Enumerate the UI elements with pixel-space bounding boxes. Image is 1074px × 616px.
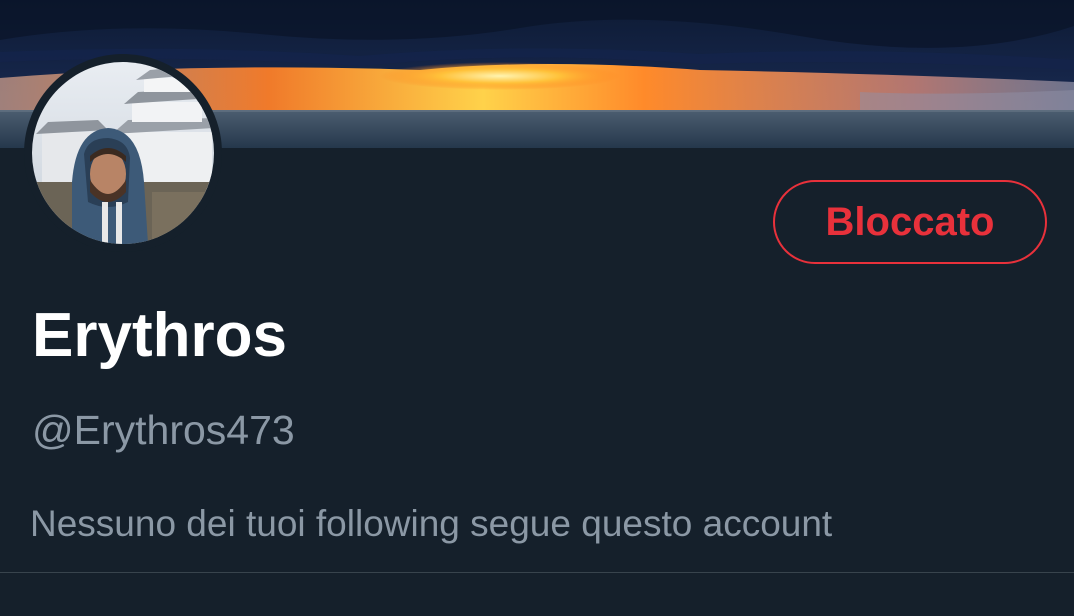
avatar-image	[32, 62, 214, 244]
profile-page: Bloccato Erythros @Erythros473 Nessuno d…	[0, 0, 1074, 616]
profile-handle: @Erythros473	[32, 407, 295, 453]
followers-you-know-note: Nessuno dei tuoi following segue questo …	[30, 503, 833, 544]
bottom-area	[0, 573, 1074, 616]
profile-avatar[interactable]	[24, 54, 222, 252]
profile-display-name: Erythros	[32, 301, 287, 370]
blocked-button[interactable]: Bloccato	[773, 180, 1047, 264]
